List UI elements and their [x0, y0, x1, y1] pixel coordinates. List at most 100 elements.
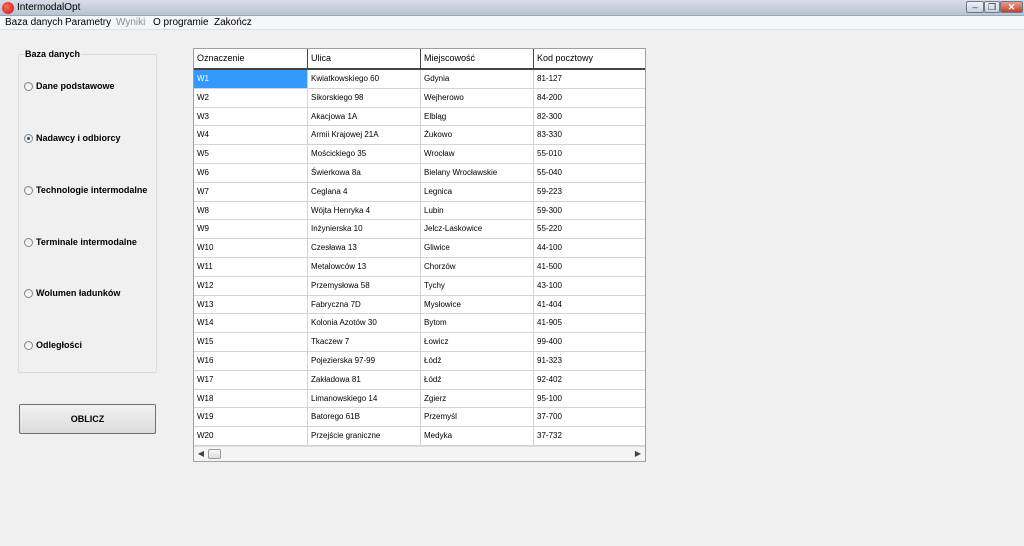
- cell-miejscowosc[interactable]: Chorzów: [421, 257, 534, 277]
- cell-kod-pocztowy[interactable]: 81-127: [534, 70, 645, 89]
- cell-ulica[interactable]: Tkaczew 7: [308, 333, 421, 352]
- oblicz-button[interactable]: OBLICZ: [19, 404, 156, 434]
- table-row[interactable]: W7 Ceglana 4 Legnica 59-223: [194, 182, 645, 202]
- table-row[interactable]: W18 Limanowskiego 14 Zgierz 95-100: [194, 389, 645, 409]
- cell-ulica[interactable]: Batorego 61B: [308, 408, 421, 428]
- table-row[interactable]: W2 Sikorskiego 98 Wejherowo 84-200: [194, 88, 645, 108]
- cell-ulica[interactable]: Świerkowa 8a: [308, 163, 421, 183]
- cell-miejscowosc[interactable]: Jelcz-Laskowice: [421, 220, 534, 240]
- cell-oznaczenie[interactable]: W17: [194, 370, 308, 390]
- cell-ulica[interactable]: Limanowskiego 14: [308, 389, 421, 409]
- cell-miejscowosc[interactable]: Elbląg: [421, 107, 534, 127]
- table-row[interactable]: W6 Świerkowa 8a Bielany Wrocławskie 55-040: [194, 163, 645, 183]
- cell-oznaczenie[interactable]: W18: [194, 389, 308, 409]
- table-row[interactable]: W9 Inżynierska 10 Jelcz-Laskowice 55-220: [194, 220, 645, 240]
- cell-kod-pocztowy[interactable]: 92-402: [534, 371, 645, 390]
- table-row[interactable]: W11 Metalowców 13 Chorzów 41-500: [194, 257, 645, 277]
- cell-oznaczenie[interactable]: W8: [194, 201, 308, 221]
- cell-miejscowosc[interactable]: Łódź: [421, 370, 534, 390]
- table-row[interactable]: W20 Przejście graniczne Medyka 37-732: [194, 427, 645, 446]
- scrollbar-thumb[interactable]: [208, 449, 221, 459]
- menu-o-programie[interactable]: O programie: [153, 17, 209, 28]
- cell-oznaczenie[interactable]: W20: [194, 427, 308, 446]
- menu-wyniki[interactable]: Wyniki: [116, 17, 145, 28]
- cell-kod-pocztowy[interactable]: 41-500: [534, 258, 645, 277]
- table-row[interactable]: W10 Czesława 13 Gliwice 44-100: [194, 239, 645, 258]
- cell-miejscowosc[interactable]: Tychy: [421, 276, 534, 296]
- cell-kod-pocztowy[interactable]: 95-100: [534, 390, 645, 409]
- cell-ulica[interactable]: Metalowców 13: [308, 257, 421, 277]
- cell-oznaczenie[interactable]: W14: [194, 314, 308, 334]
- table-row[interactable]: W4 Armii Krajowej 21A Żukowo 83-330: [194, 126, 645, 146]
- cell-kod-pocztowy[interactable]: 99-400: [534, 333, 645, 352]
- table-row[interactable]: W15 Tkaczew 7 Łowicz 99-400: [194, 333, 645, 352]
- chevron-right-icon[interactable]: ▶: [633, 449, 643, 459]
- cell-miejscowosc[interactable]: Mysłowice: [421, 295, 534, 315]
- cell-ulica[interactable]: Inżynierska 10: [308, 220, 421, 240]
- cell-ulica[interactable]: Akacjowa 1A: [308, 107, 421, 127]
- cell-ulica[interactable]: Kwiatkowskiego 60: [308, 70, 421, 89]
- cell-ulica[interactable]: Fabryczna 7D: [308, 295, 421, 315]
- radio-odleglosci[interactable]: Odległości: [24, 340, 82, 350]
- cell-miejscowosc[interactable]: Legnica: [421, 182, 534, 202]
- cell-miejscowosc[interactable]: Zgierz: [421, 389, 534, 409]
- cell-oznaczenie[interactable]: W6: [194, 163, 308, 183]
- radio-technologie-intermodalne[interactable]: Technologie intermodalne: [24, 185, 147, 195]
- cell-oznaczenie[interactable]: W12: [194, 276, 308, 296]
- table-row[interactable]: W14 Kolonia Azotów 30 Bytom 41-905: [194, 314, 645, 334]
- cell-oznaczenie[interactable]: W1: [194, 70, 308, 89]
- cell-kod-pocztowy[interactable]: 37-700: [534, 408, 645, 428]
- cell-miejscowosc[interactable]: Łowicz: [421, 333, 534, 352]
- cell-ulica[interactable]: Wójta Henryka 4: [308, 201, 421, 221]
- cell-miejscowosc[interactable]: Gliwice: [421, 239, 534, 258]
- cell-miejscowosc[interactable]: Gdynia: [421, 70, 534, 89]
- cell-ulica[interactable]: Zakładowa 81: [308, 370, 421, 390]
- cell-ulica[interactable]: Sikorskiego 98: [308, 88, 421, 108]
- cell-oznaczenie[interactable]: W7: [194, 182, 308, 202]
- close-button[interactable]: ✕: [1000, 1, 1023, 13]
- cell-miejscowosc[interactable]: Medyka: [421, 427, 534, 446]
- chevron-left-icon[interactable]: ◀: [196, 449, 206, 459]
- cell-ulica[interactable]: Kolonia Azotów 30: [308, 314, 421, 334]
- cell-oznaczenie[interactable]: W2: [194, 88, 308, 108]
- cell-miejscowosc[interactable]: Wejherowo: [421, 88, 534, 108]
- cell-miejscowosc[interactable]: Bytom: [421, 314, 534, 334]
- menu-parametry[interactable]: Parametry: [65, 17, 111, 28]
- cell-oznaczenie[interactable]: W9: [194, 220, 308, 240]
- cell-oznaczenie[interactable]: W3: [194, 107, 308, 127]
- cell-oznaczenie[interactable]: W19: [194, 408, 308, 428]
- radio-terminale-intermodalne[interactable]: Terminale intermodalne: [24, 237, 137, 247]
- cell-kod-pocztowy[interactable]: 55-040: [534, 164, 645, 183]
- cell-ulica[interactable]: Mościckiego 35: [308, 145, 421, 164]
- cell-oznaczenie[interactable]: W10: [194, 239, 308, 258]
- radio-wolumen-ladunkow[interactable]: Wolumen ładunków: [24, 288, 120, 298]
- maximize-button[interactable]: ❐: [984, 1, 1000, 13]
- cell-oznaczenie[interactable]: W5: [194, 145, 308, 164]
- table-row[interactable]: W17 Zakładowa 81 Łódź 92-402: [194, 370, 645, 390]
- cell-ulica[interactable]: Czesława 13: [308, 239, 421, 258]
- cell-kod-pocztowy[interactable]: 43-100: [534, 277, 645, 296]
- cell-miejscowosc[interactable]: Lubin: [421, 201, 534, 221]
- menu-zakoncz[interactable]: Zakończ: [214, 17, 252, 28]
- cell-kod-pocztowy[interactable]: 91-323: [534, 352, 645, 371]
- cell-miejscowosc[interactable]: Bielany Wrocławskie: [421, 163, 534, 183]
- column-header-kod-pocztowy[interactable]: Kod pocztowy: [534, 49, 645, 68]
- cell-kod-pocztowy[interactable]: 83-330: [534, 126, 645, 146]
- table-row[interactable]: W16 Pojezierska 97-99 Łódź 91-323: [194, 351, 645, 371]
- cell-kod-pocztowy[interactable]: 84-200: [534, 89, 645, 108]
- cell-kod-pocztowy[interactable]: 82-300: [534, 108, 645, 127]
- radio-nadawcy-i-odbiorcy[interactable]: Nadawcy i odbiorcy: [24, 133, 121, 143]
- table-row[interactable]: W8 Wójta Henryka 4 Lubin 59-300: [194, 201, 645, 221]
- cell-miejscowosc[interactable]: Żukowo: [421, 126, 534, 146]
- column-header-oznaczenie[interactable]: Oznaczenie: [194, 49, 308, 68]
- cell-kod-pocztowy[interactable]: 59-300: [534, 202, 645, 221]
- cell-ulica[interactable]: Ceglana 4: [308, 182, 421, 202]
- horizontal-scrollbar[interactable]: ◀ ▶: [194, 446, 645, 461]
- cell-kod-pocztowy[interactable]: 41-404: [534, 296, 645, 315]
- cell-miejscowosc[interactable]: Wrocław: [421, 145, 534, 164]
- column-header-ulica[interactable]: Ulica: [308, 49, 421, 68]
- cell-miejscowosc[interactable]: Przemyśl: [421, 408, 534, 428]
- table-row[interactable]: W19 Batorego 61B Przemyśl 37-700: [194, 408, 645, 428]
- cell-kod-pocztowy[interactable]: 44-100: [534, 239, 645, 258]
- table-row[interactable]: W13 Fabryczna 7D Mysłowice 41-404: [194, 295, 645, 315]
